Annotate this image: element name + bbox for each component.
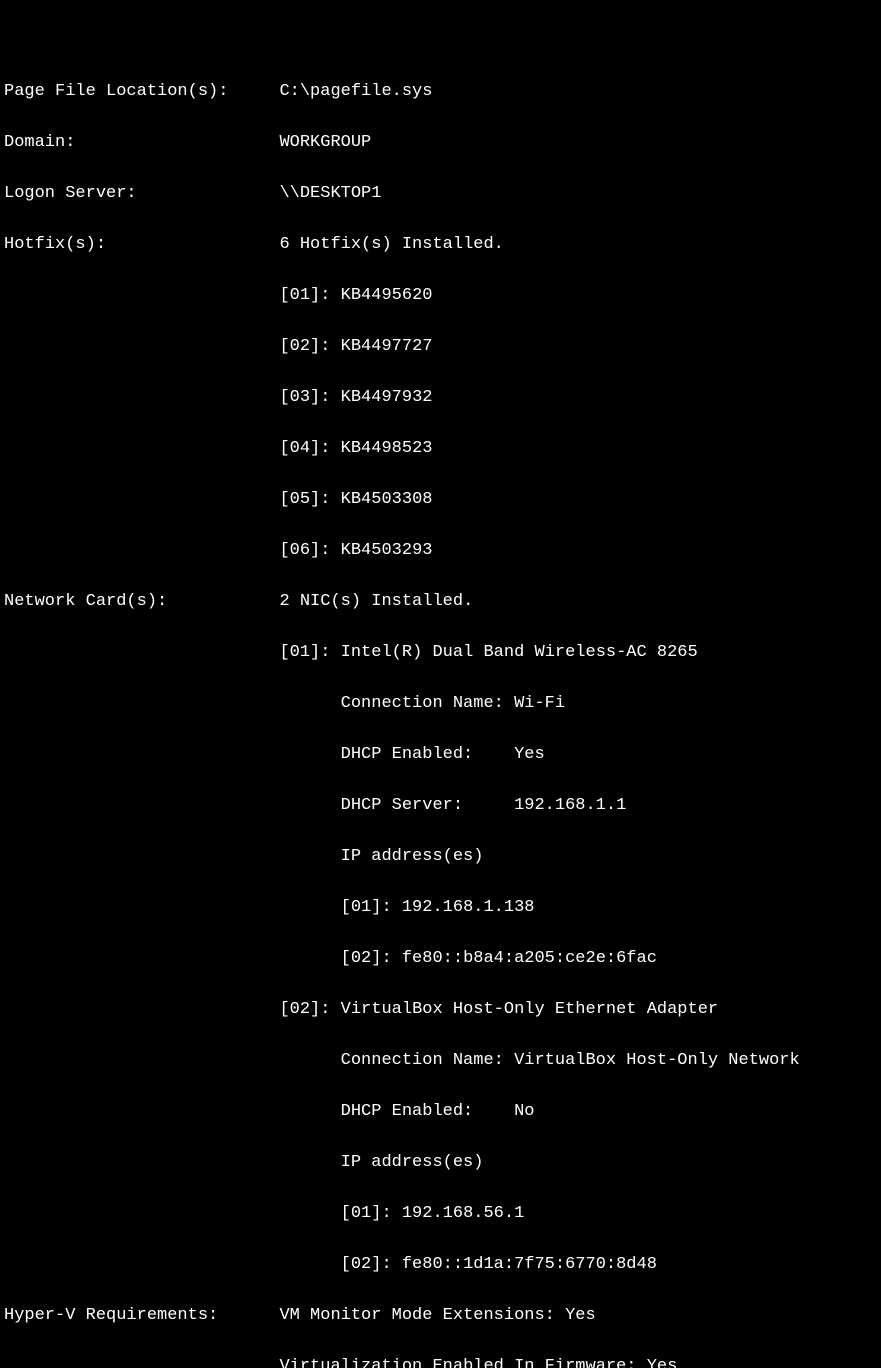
nic-dhcpserver-label: DHCP Server:: [341, 793, 514, 819]
nic-ip-idx: [01]:: [341, 898, 392, 917]
nic-label: Network Card(s):: [4, 589, 279, 615]
nic-ip-addr: fe80::b8a4:a205:ce2e:6fac: [402, 949, 657, 968]
nic-conn-value: VirtualBox Host-Only Network: [514, 1051, 800, 1070]
hotfix-kb: KB4495620: [341, 286, 433, 305]
nic-name: Intel(R) Dual Band Wireless-AC 8265: [341, 643, 698, 662]
logon-value: \\DESKTOP1: [279, 184, 381, 203]
hotfix-kb: KB4497932: [341, 388, 433, 407]
nic-ip-label: IP address(es): [4, 1150, 877, 1176]
hotfix-idx: [02]:: [279, 337, 330, 356]
hyperv-label: Hyper-V Requirements:: [4, 1303, 279, 1329]
hotfix-item: [03]: KB4497932: [4, 385, 877, 411]
nic-dhcp-row: DHCP Enabled:Yes: [4, 742, 877, 768]
nic-card: [01]: Intel(R) Dual Band Wireless-AC 826…: [4, 640, 877, 666]
nic-ip-idx: [02]:: [341, 1255, 392, 1274]
nic-idx: [01]:: [279, 643, 330, 662]
nic-card: [02]: VirtualBox Host-Only Ethernet Adap…: [4, 997, 877, 1023]
nic-dhcp-label: DHCP Enabled:: [341, 742, 514, 768]
hotfix-idx: [03]:: [279, 388, 330, 407]
hyperv-line: VM Monitor Mode Extensions: Yes: [279, 1306, 595, 1325]
nic-conn-label: Connection Name:: [341, 1048, 514, 1074]
nic-conn-value: Wi-Fi: [514, 694, 565, 713]
nic-idx: [02]:: [279, 1000, 330, 1019]
nic-dhcp-value: Yes: [514, 745, 545, 764]
nic-ip-addr: fe80::1d1a:7f75:6770:8d48: [402, 1255, 657, 1274]
hotfix-idx: [05]:: [279, 490, 330, 509]
nic-ip-idx: [01]:: [341, 1204, 392, 1223]
hotfix-kb: KB4503293: [341, 541, 433, 560]
nic-dhcpserver-value: 192.168.1.1: [514, 796, 626, 815]
hotfix-idx: [06]:: [279, 541, 330, 560]
nic-summary: 2 NIC(s) Installed.: [279, 592, 473, 611]
nic-row: Network Card(s):2 NIC(s) Installed.: [4, 589, 877, 615]
nic-ip-item: [01]: 192.168.1.138: [4, 895, 877, 921]
logon-row: Logon Server:\\DESKTOP1: [4, 181, 877, 207]
nic-ip-idx: [02]:: [341, 949, 392, 968]
hotfix-kb: KB4498523: [341, 439, 433, 458]
hyperv-line: Virtualization Enabled In Firmware: Yes: [4, 1354, 877, 1368]
nic-conn-row: Connection Name:VirtualBox Host-Only Net…: [4, 1048, 877, 1074]
hotfix-summary: 6 Hotfix(s) Installed.: [279, 235, 503, 254]
nic-name: VirtualBox Host-Only Ethernet Adapter: [341, 1000, 718, 1019]
domain-label: Domain:: [4, 130, 279, 156]
hotfix-kb: KB4503308: [341, 490, 433, 509]
nic-ip-item: [02]: fe80::b8a4:a205:ce2e:6fac: [4, 946, 877, 972]
pagefile-row: Page File Location(s):C:\pagefile.sys: [4, 79, 877, 105]
hotfix-item: [04]: KB4498523: [4, 436, 877, 462]
nic-dhcp-label: DHCP Enabled:: [341, 1099, 514, 1125]
nic-ip-label: IP address(es): [4, 844, 877, 870]
hotfix-label: Hotfix(s):: [4, 232, 279, 258]
nic-conn-row: Connection Name:Wi-Fi: [4, 691, 877, 717]
hyperv-row: Hyper-V Requirements:VM Monitor Mode Ext…: [4, 1303, 877, 1329]
domain-row: Domain:WORKGROUP: [4, 130, 877, 156]
hotfix-row: Hotfix(s):6 Hotfix(s) Installed.: [4, 232, 877, 258]
nic-ip-item: [01]: 192.168.56.1: [4, 1201, 877, 1227]
hotfix-idx: [01]:: [279, 286, 330, 305]
hotfix-kb: KB4497727: [341, 337, 433, 356]
hotfix-item: [05]: KB4503308: [4, 487, 877, 513]
nic-ip-addr: 192.168.1.138: [402, 898, 535, 917]
hotfix-item: [01]: KB4495620: [4, 283, 877, 309]
hotfix-item: [02]: KB4497727: [4, 334, 877, 360]
nic-conn-label: Connection Name:: [341, 691, 514, 717]
domain-value: WORKGROUP: [279, 133, 371, 152]
hotfix-item: [06]: KB4503293: [4, 538, 877, 564]
hotfix-idx: [04]:: [279, 439, 330, 458]
nic-dhcp-value: No: [514, 1102, 534, 1121]
logon-label: Logon Server:: [4, 181, 279, 207]
pagefile-label: Page File Location(s):: [4, 79, 279, 105]
pagefile-value: C:\pagefile.sys: [279, 82, 432, 101]
nic-dhcp-row: DHCP Enabled:No: [4, 1099, 877, 1125]
nic-dhcpserver-row: DHCP Server:192.168.1.1: [4, 793, 877, 819]
nic-ip-item: [02]: fe80::1d1a:7f75:6770:8d48: [4, 1252, 877, 1278]
nic-ip-addr: 192.168.56.1: [402, 1204, 524, 1223]
